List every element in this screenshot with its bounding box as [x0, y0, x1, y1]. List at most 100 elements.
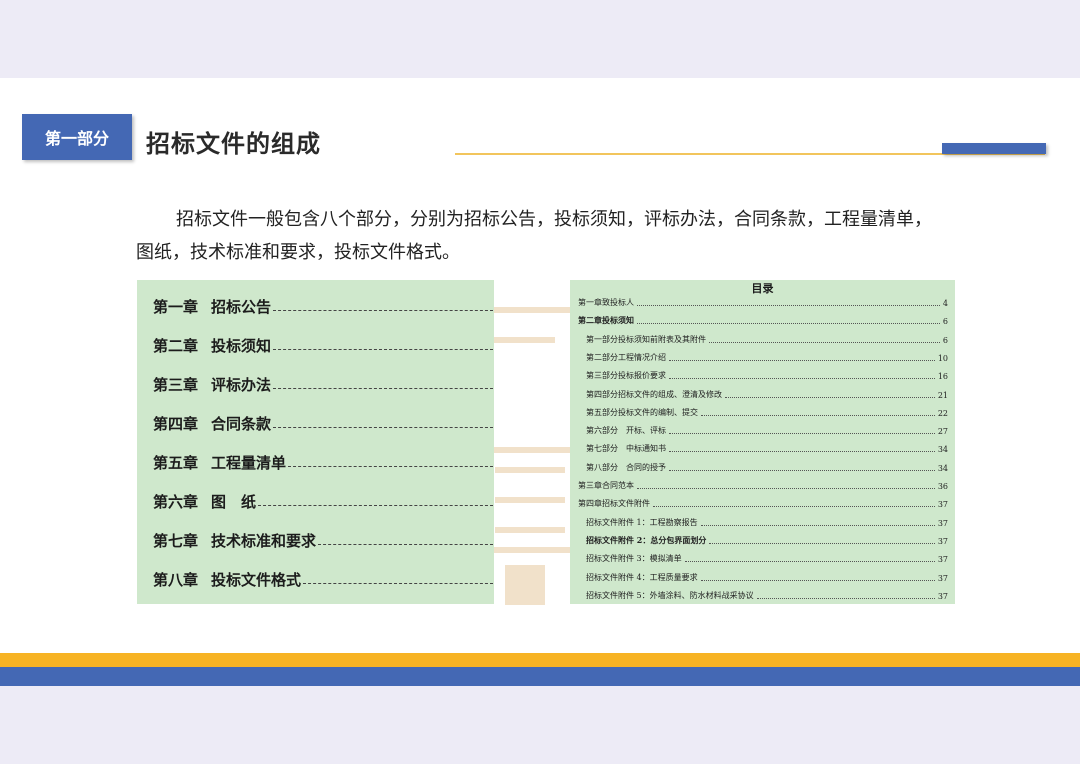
toc-chapter-number: 第八章: [153, 570, 199, 589]
toc-entry-text: 第八部分 合同的授予: [586, 462, 666, 472]
toc-entry-text: 招标文件附件 4：工程质量要求: [586, 572, 698, 582]
toc-leader: [637, 488, 935, 489]
toc-entry-text: 第三章合同范本: [578, 481, 634, 490]
toc-entry-text: 招标文件附件 5：外墙涂料、防水材料战采协议: [586, 590, 754, 600]
toc-right-item: 第六部分 开标、评标 27: [586, 424, 948, 436]
toc-page-number: 21: [937, 390, 948, 400]
toc-left-item: 第一章 招标公告: [153, 296, 493, 316]
toc-right-item: 招标文件附件 4：工程质量要求 37: [586, 571, 948, 583]
toc-left-item: 第五章 工程量清单: [153, 452, 493, 472]
toc-left-item: 第二章 投标须知: [153, 335, 493, 355]
toc-chapter-number: 第三章: [153, 375, 199, 394]
toc-entry-text: 第三部分投标报价要求: [586, 371, 666, 381]
toc-leader: [273, 348, 493, 350]
toc-entry-text: 第一部分投标须知前附表及其附件: [586, 334, 706, 344]
toc-right-item: 第四部分招标文件的组成、澄清及修改 21: [586, 388, 948, 400]
toc-right-item: 第二章投标须知 6: [578, 314, 948, 326]
toc-entry-text: 第四部分招标文件的组成、澄清及修改: [586, 389, 722, 399]
toc-page-number: 37: [937, 536, 948, 546]
toc-leader: [669, 359, 935, 361]
section-badge: 第一部分: [22, 114, 132, 160]
toc-leader: [709, 542, 935, 544]
toc-entry-text: 第五部分投标文件的编制、提交: [586, 407, 698, 417]
intro-paragraph: 招标文件一般包含八个部分，分别为招标公告，投标须知，评标办法，合同条款，工程量清…: [136, 209, 932, 263]
toc-entry-text: 第六部分 开标、评标: [586, 426, 666, 436]
footer-blue-stripe: [0, 667, 1080, 686]
toc-left-item: 第七章 技术标准和要求: [153, 530, 493, 550]
toc-chapter-number: 第五章: [153, 453, 199, 472]
toc-right-item: 第三章合同范本 36: [578, 479, 948, 491]
toc-right-item: 招标文件附件 5：外墙涂料、防水材料战采协议 37: [586, 589, 948, 601]
toc-leader: [637, 323, 940, 325]
toc-page-number: 36: [937, 482, 948, 491]
toc-leader: [273, 309, 493, 311]
toc-page-number: 34: [937, 463, 948, 473]
toc-chapter-name: 投标须知: [211, 336, 272, 355]
toc-chapter-number: 第一章: [153, 297, 199, 316]
toc-left-item: 第六章 图 纸: [153, 491, 493, 511]
toc-leader: [288, 465, 493, 467]
toc-right-item: 招标文件附件 1：工程勘察报告 37: [586, 516, 948, 528]
toc-title: 目录: [751, 282, 774, 295]
toc-page-number: 37: [937, 573, 948, 583]
toc-leader: [258, 504, 493, 506]
toc-leader: [303, 582, 493, 584]
toc-chapter-name: 合同条款: [211, 414, 272, 433]
toc-leader: [637, 305, 940, 306]
toc-chapter-name: 技术标准和要求: [211, 531, 317, 550]
toc-right-item: 第一部分投标须知前附表及其附件 6: [586, 333, 948, 345]
toc-entry-text: 第二部分工程情况介绍: [586, 352, 666, 362]
toc-leader: [669, 451, 935, 453]
toc-page-number: 37: [937, 518, 948, 528]
toc-leader: [700, 579, 935, 581]
toc-left-item: 第八章 投标文件格式: [153, 569, 493, 589]
toc-leader: [273, 426, 493, 428]
toc-page-number: 16: [937, 372, 948, 382]
toc-leader: [700, 524, 935, 526]
toc-left-panel: 第一章 招标公告 第二章 投标须知 第三章 评标办法 第四章 合同条款 第五章 …: [137, 280, 494, 604]
toc-chapter-name: 工程量清单: [211, 453, 287, 472]
toc-chapter-number: 第六章: [153, 492, 199, 511]
toc-right-item: 招标文件附件 2：总分包界面划分 37: [586, 534, 948, 546]
toc-leader: [725, 396, 935, 398]
toc-chapter-name: 图 纸: [211, 492, 257, 511]
title-accent-bar: [942, 143, 1046, 154]
toc-entry-text: 招标文件附件 3：模拟清单: [586, 554, 682, 564]
footer-gold-stripe: [0, 653, 1080, 667]
toc-entry-text: 第七部分 中标通知书: [586, 444, 666, 454]
toc-right-panel: 目录 第一章致投标人 4 第二章投标须知 6 第一部分投标须知前附表及其附件 6 第二部分工…: [570, 280, 955, 604]
toc-leader: [273, 387, 493, 389]
toc-entry-text: 第二章投标须知: [578, 315, 634, 326]
toc-right-item: 第八部分 合同的授予 34: [586, 461, 948, 473]
toc-chapter-name: 投标文件格式: [211, 570, 302, 589]
toc-right-item: 第七部分 中标通知书 34: [586, 442, 948, 454]
toc-leader: [653, 506, 935, 508]
toc-left-item: 第三章 评标办法: [153, 374, 493, 394]
toc-right-item: 第三部分投标报价要求 16: [586, 369, 948, 381]
toc-right-item: 招标文件附件 3：模拟清单 37: [586, 552, 948, 564]
toc-leader: [669, 469, 935, 471]
toc-page-number: 27: [937, 427, 948, 437]
toc-chapter-number: 第七章: [153, 531, 199, 550]
toc-page-number: 10: [937, 353, 948, 363]
toc-leader: [669, 433, 935, 435]
toc-leader: [684, 561, 935, 563]
toc-leader: [318, 543, 493, 545]
toc-right-item: 第一章致投标人 4: [578, 296, 948, 308]
toc-page-number: 22: [937, 408, 948, 418]
toc-entry-text: 招标文件附件 1：工程勘察报告: [586, 517, 698, 527]
toc-chapter-number: 第二章: [153, 336, 199, 355]
toc-entry-text: 招标文件附件 2：总分包界面划分: [586, 534, 707, 545]
toc-page-number: 6: [942, 335, 948, 345]
toc-entry-text: 第一章致投标人: [578, 298, 634, 307]
toc-page-number: 34: [937, 445, 948, 455]
toc-leader: [669, 378, 935, 380]
toc-leader: [701, 414, 935, 416]
toc-page-number: 6: [942, 317, 948, 327]
toc-page-number: 37: [937, 555, 948, 565]
toc-page-number: 37: [937, 591, 948, 601]
toc-page-number: 4: [942, 299, 948, 308]
toc-entry-text: 第四章招标文件附件: [578, 499, 650, 509]
toc-chapter-number: 第四章: [153, 414, 199, 433]
toc-chapter-name: 招标公告: [211, 297, 272, 316]
